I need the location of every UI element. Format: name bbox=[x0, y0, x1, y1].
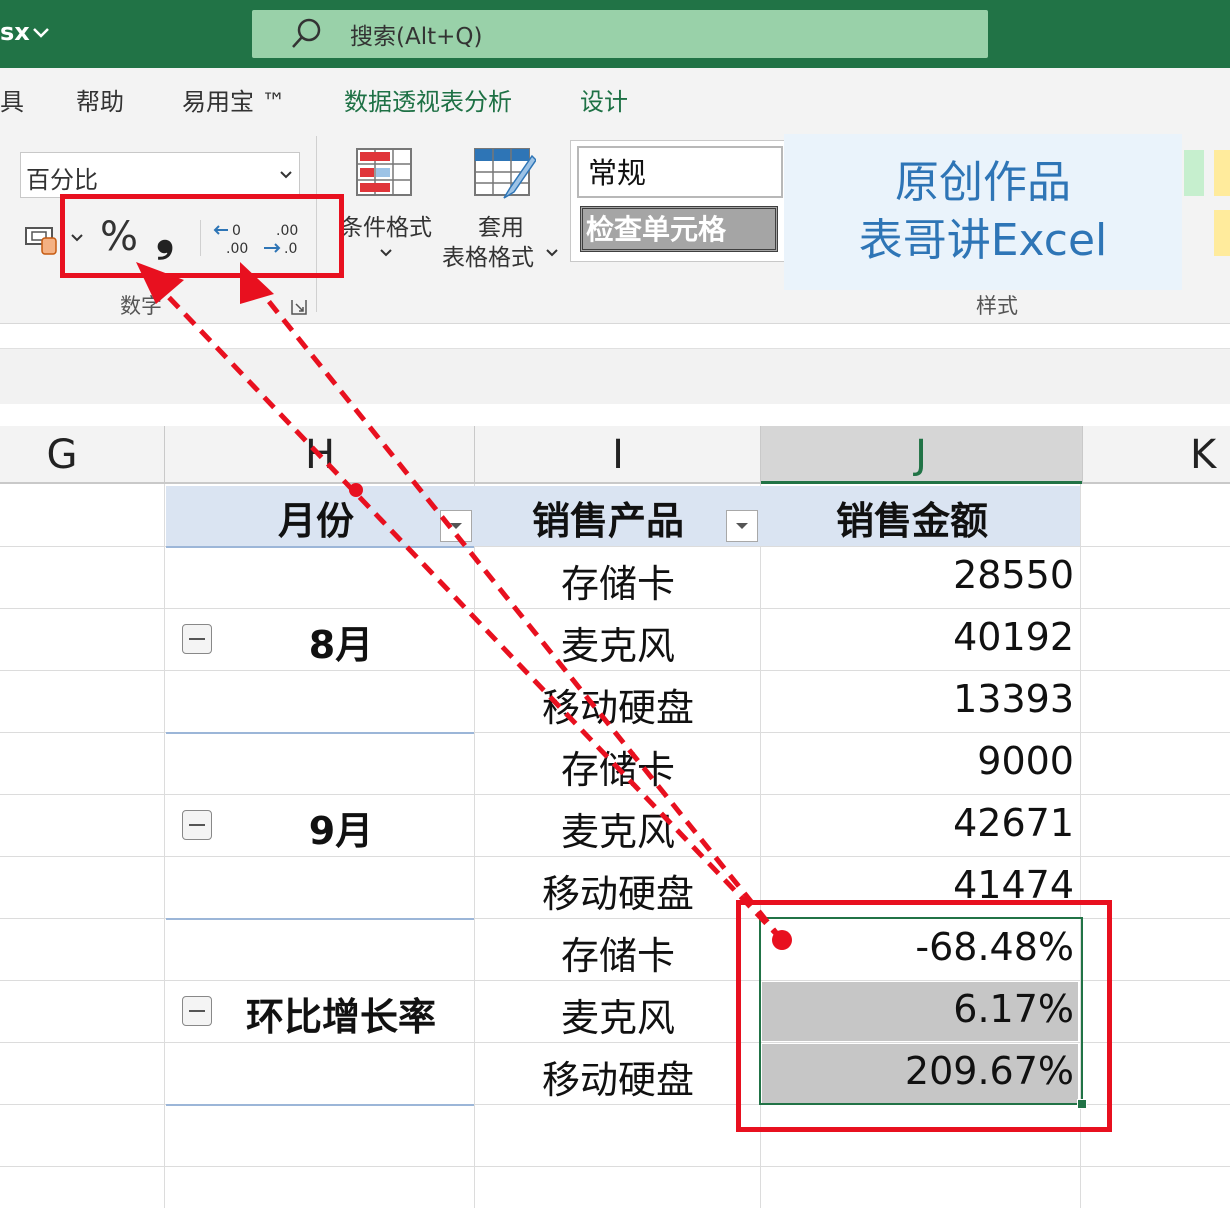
style-normal-label: 常规 bbox=[588, 156, 647, 190]
chevron-down-icon[interactable] bbox=[378, 244, 394, 260]
amount-cell[interactable]: 28550 bbox=[760, 553, 1074, 597]
column-header-g[interactable]: G bbox=[0, 426, 124, 484]
product-cell[interactable]: 麦克风 bbox=[476, 615, 760, 670]
product-cell[interactable]: 移动硬盘 bbox=[476, 863, 760, 918]
column-divider bbox=[760, 426, 761, 484]
column-divider bbox=[164, 426, 165, 484]
group-number-label: 数字 bbox=[120, 294, 162, 318]
conditional-format-icon[interactable] bbox=[356, 148, 412, 196]
watermark-text: 表哥讲Excel bbox=[858, 215, 1108, 266]
gridline bbox=[474, 484, 475, 1208]
month-filter-button[interactable] bbox=[440, 510, 472, 542]
pivot-group-line bbox=[166, 1104, 474, 1106]
amount-cell[interactable]: 40192 bbox=[760, 615, 1074, 659]
style-good-swatch[interactable] bbox=[1184, 150, 1204, 196]
gridline bbox=[0, 1166, 1230, 1167]
column-header-j[interactable]: J bbox=[760, 426, 1082, 484]
column-divider bbox=[1082, 426, 1083, 484]
product-cell[interactable]: 移动硬盘 bbox=[476, 1049, 760, 1104]
highlight-box-cells bbox=[736, 900, 1112, 1132]
search-icon bbox=[292, 18, 321, 48]
pivot-header-product: 销售产品 bbox=[532, 499, 685, 543]
format-as-table-label[interactable]: 套用 bbox=[478, 208, 524, 242]
chevron-down-icon[interactable] bbox=[32, 24, 50, 42]
product-cell[interactable]: 存储卡 bbox=[476, 739, 760, 794]
collapse-button[interactable] bbox=[182, 624, 212, 654]
pivot-header-amount: 销售金额 bbox=[836, 499, 989, 543]
search-placeholder[interactable]: 搜索(Alt+Q) bbox=[350, 17, 482, 51]
month-label: 9月 bbox=[308, 809, 374, 853]
product-cell[interactable]: 存储卡 bbox=[476, 925, 760, 980]
gridline bbox=[0, 794, 1230, 795]
tab-yiyongbao[interactable]: 易用宝 ™ bbox=[182, 82, 286, 117]
column-header-i[interactable]: I bbox=[476, 426, 760, 484]
style-neutral-swatch[interactable] bbox=[1214, 150, 1230, 196]
format-as-table-label[interactable]: 表格格式 bbox=[442, 238, 534, 272]
amount-cell[interactable]: 9000 bbox=[760, 739, 1074, 783]
dropdown-arrow-icon bbox=[450, 523, 462, 529]
style-check-cell-label: 检查单元格 bbox=[586, 213, 727, 246]
product-cell[interactable]: 移动硬盘 bbox=[476, 677, 760, 732]
highlight-box-ribbon bbox=[60, 194, 344, 278]
group-styles-label: 样式 bbox=[976, 294, 1018, 318]
collapse-button[interactable] bbox=[182, 996, 212, 1026]
product-cell[interactable]: 麦克风 bbox=[476, 801, 760, 856]
tab-design[interactable]: 设计 bbox=[580, 82, 628, 117]
tab-tools[interactable]: 具 bbox=[0, 82, 24, 117]
pivot-group-line bbox=[166, 732, 474, 734]
gridline bbox=[0, 856, 1230, 857]
gridline bbox=[164, 484, 165, 1208]
month-label: 8月 bbox=[308, 623, 374, 667]
gridline bbox=[0, 670, 1230, 671]
dialog-launcher-icon[interactable] bbox=[290, 298, 308, 316]
amount-cell[interactable]: 13393 bbox=[760, 677, 1074, 721]
format-as-table-icon[interactable] bbox=[474, 148, 536, 202]
product-cell[interactable]: 存储卡 bbox=[476, 553, 760, 608]
product-cell[interactable]: 麦克风 bbox=[476, 987, 760, 1042]
tab-pivot-analyze[interactable]: 数据透视表分析 bbox=[344, 82, 512, 117]
column-divider bbox=[474, 426, 475, 484]
product-filter-button[interactable] bbox=[726, 510, 758, 542]
style-neutral-swatch[interactable] bbox=[1214, 210, 1230, 256]
month-label: 环比增长率 bbox=[245, 995, 436, 1039]
conditional-format-label[interactable]: 条件格式 bbox=[340, 208, 432, 242]
dropdown-arrow-icon bbox=[736, 523, 748, 529]
pivot-header-month: 月份 bbox=[278, 499, 355, 543]
column-header-h[interactable]: H bbox=[166, 426, 474, 484]
column-header-k[interactable]: K bbox=[1190, 426, 1230, 484]
formula-bar-area bbox=[0, 348, 1230, 404]
file-name-suffix[interactable]: sx bbox=[0, 18, 30, 46]
chevron-down-icon[interactable] bbox=[276, 164, 296, 184]
gridline bbox=[0, 608, 1230, 609]
chevron-down-icon[interactable] bbox=[544, 244, 560, 260]
watermark-text: 原创作品 bbox=[895, 157, 1071, 208]
tab-help[interactable]: 帮助 bbox=[76, 82, 124, 117]
number-format-value: 百分比 bbox=[26, 166, 98, 194]
pivot-group-line bbox=[166, 546, 474, 548]
pivot-group-line bbox=[166, 918, 474, 920]
collapse-button[interactable] bbox=[182, 810, 212, 840]
amount-cell[interactable]: 42671 bbox=[760, 801, 1074, 845]
accounting-format-icon[interactable] bbox=[24, 222, 64, 256]
